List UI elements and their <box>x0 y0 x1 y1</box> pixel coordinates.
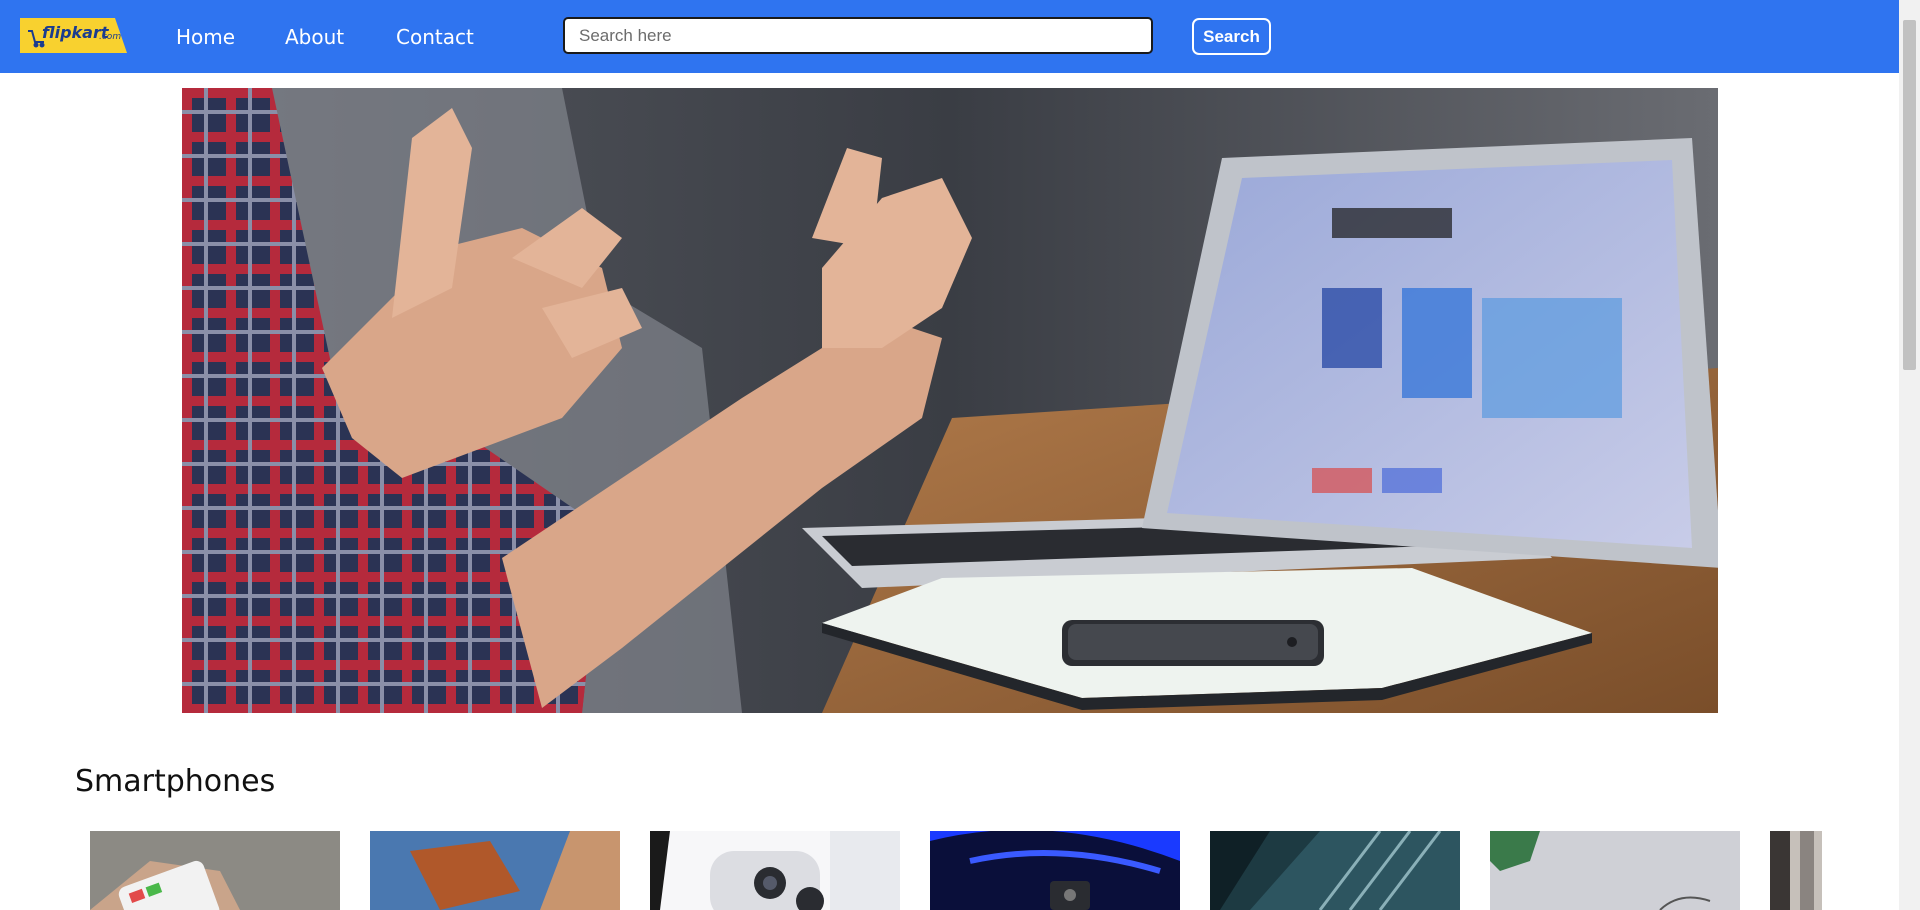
vertical-scrollbar[interactable] <box>1899 0 1920 910</box>
search-button[interactable]: Search <box>1192 18 1271 55</box>
product-card-5[interactable] <box>1210 831 1460 910</box>
product-card-4[interactable] <box>930 831 1180 910</box>
product-card-7[interactable] <box>1770 831 1822 910</box>
nav-contact[interactable]: Contact <box>396 24 474 50</box>
search-input[interactable] <box>563 17 1153 54</box>
logo-suffix: .com <box>99 32 122 42</box>
product-card-3[interactable] <box>650 831 900 910</box>
hero-image <box>182 88 1718 713</box>
product-card-1[interactable] <box>90 831 340 910</box>
navbar: flipkart .com Home About Contact Search <box>0 0 1899 73</box>
product-card-2[interactable] <box>370 831 620 910</box>
nav-home[interactable]: Home <box>176 24 235 50</box>
flipkart-logo[interactable]: flipkart .com <box>20 18 127 53</box>
section-title-smartphones: Smartphones <box>75 764 276 799</box>
product-card-6[interactable] <box>1490 831 1740 910</box>
nav-about[interactable]: About <box>285 24 344 50</box>
scrollbar-thumb[interactable] <box>1903 20 1916 370</box>
